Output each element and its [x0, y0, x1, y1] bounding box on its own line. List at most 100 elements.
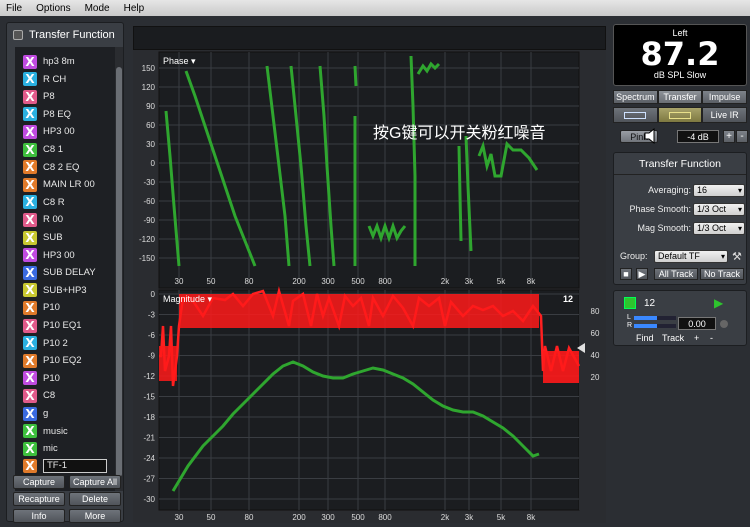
generator-level[interactable]: -4 dB [677, 130, 719, 143]
layout-row: Live IR [613, 107, 748, 123]
trace-list-item[interactable]: X P10 [15, 370, 115, 387]
trace-list-item[interactable]: X P8 [15, 88, 115, 105]
play-button[interactable]: ▶ [636, 268, 648, 280]
trace-list-item[interactable]: Xhp3 8m [15, 53, 115, 70]
group-label: Group: [620, 251, 648, 261]
averaging-select[interactable]: 16 [693, 184, 745, 197]
trace-list-item[interactable]: X R CH [15, 71, 115, 88]
trace-list-item[interactable]: Xmusic [15, 423, 115, 440]
phase-x-tick: 800 [378, 277, 392, 286]
trace-visibility-icon[interactable]: X [23, 230, 37, 245]
trace-visibility-icon[interactable]: X [23, 283, 37, 298]
trace-list-item[interactable]: X P10 EQ1 [15, 317, 115, 334]
tools-icon[interactable]: ⚒ [732, 250, 742, 263]
delay-value-field[interactable]: 0.00 [678, 317, 716, 330]
phase-smooth-select[interactable]: 1/3 Oct [693, 203, 745, 216]
dual-pane-button[interactable] [657, 107, 703, 123]
menu-mode[interactable]: Mode [85, 3, 110, 14]
capture-button[interactable]: Capture [13, 475, 65, 489]
recapture-button[interactable]: Recapture [13, 492, 65, 506]
track-play-icon[interactable]: ▶ [714, 296, 723, 310]
trace-list-item[interactable]: X SUB+HP3 [15, 282, 115, 299]
delete-button[interactable]: Delete [69, 492, 121, 506]
no-track-button[interactable]: No Track [700, 268, 744, 280]
trace-list-item[interactable]: X HP3 00 [15, 247, 115, 264]
all-track-button[interactable]: All Track [654, 268, 698, 280]
trace-visibility-icon[interactable]: X [23, 54, 37, 69]
find-button[interactable]: Find [636, 333, 654, 343]
track-button[interactable]: Track [662, 333, 684, 343]
trace-list-item[interactable]: X C8 R [15, 194, 115, 211]
stop-button[interactable]: ■ [620, 268, 632, 280]
spl-unit: dB SPL Slow [653, 70, 707, 80]
trace-visibility-icon[interactable]: X [23, 336, 37, 351]
info-button[interactable]: Info [13, 509, 65, 523]
trace-list-item[interactable]: X P10 EQ2 [15, 352, 115, 369]
trace-list-item[interactable]: X P10 2 [15, 335, 115, 352]
mag-smooth-select[interactable]: 1/3 Oct [693, 222, 745, 235]
trace-list-item[interactable]: X C8 1 [15, 141, 115, 158]
trace-visibility-icon[interactable]: X [23, 248, 37, 263]
more-button[interactable]: More [69, 509, 121, 523]
trace-visibility-icon[interactable]: X [23, 371, 37, 386]
trace-list-item[interactable]: X SUB [15, 229, 115, 246]
trace-visibility-icon[interactable]: X [23, 212, 37, 227]
trace-visibility-icon[interactable]: X [23, 353, 37, 368]
trace-visibility-icon[interactable]: X [23, 388, 37, 403]
menu-help[interactable]: Help [124, 3, 145, 14]
magnitude-graph-label[interactable]: Magnitude ▾ [163, 294, 213, 304]
trace-list-item[interactable]: X C8 2 EQ [15, 159, 115, 176]
panel-toggle-checkbox[interactable] [13, 30, 23, 40]
trace-list-scrollbar[interactable] [115, 47, 123, 491]
menu-options[interactable]: Options [36, 3, 70, 14]
capture-all-button[interactable]: Capture All [69, 475, 121, 489]
trace-list-item[interactable]: X SUB DELAY [15, 264, 115, 281]
trace-color-swatch[interactable] [624, 297, 636, 309]
track-record-icon[interactable] [720, 320, 728, 328]
trace-visibility-icon[interactable]: X [23, 72, 37, 87]
trace-visibility-icon[interactable]: X [23, 265, 37, 280]
speaker-icon[interactable] [643, 127, 661, 145]
trace-visibility-icon[interactable]: X [23, 424, 37, 439]
scrollbar-thumb[interactable] [116, 67, 122, 477]
tab-transfer[interactable]: Transfer [657, 90, 703, 104]
single-pane-button[interactable] [613, 107, 658, 123]
graphs-svg[interactable]: 1501209060300-30-60-90-120-15030 50 80 200 3… [133, 26, 606, 523]
spl-meter[interactable]: Left 87.2 dB SPL Slow [613, 24, 747, 86]
trace-list-item[interactable]: X C8 [15, 387, 115, 404]
trace-list-item[interactable]: X R 00 [15, 211, 115, 228]
trace-visibility-icon[interactable]: X [23, 89, 37, 104]
phase-smooth-label: Phase Smooth: [629, 204, 691, 214]
trace-visibility-icon[interactable]: X [23, 195, 37, 210]
magnitude-y-tick: -21 [143, 434, 155, 443]
track-minus-button[interactable]: - [710, 333, 713, 343]
tab-spectrum[interactable]: Spectrum [613, 90, 658, 104]
trace-list-item[interactable]: Xmic [15, 440, 115, 457]
trace-visibility-icon[interactable]: X [23, 441, 37, 456]
trace-list-item[interactable]: Xg [15, 405, 115, 422]
group-select[interactable]: Default TF [654, 250, 728, 263]
magnitude-x-tick: 500 [351, 513, 365, 522]
trace-list-item[interactable]: X P10 [15, 299, 115, 316]
trace-list-label: HP3 00 [43, 249, 75, 261]
level-minus-button[interactable]: - [736, 130, 748, 143]
trace-visibility-icon[interactable]: X [23, 406, 37, 421]
trace-visibility-icon[interactable]: X [23, 107, 37, 122]
tab-impulse[interactable]: Impulse [702, 90, 748, 104]
level-plus-button[interactable]: + [723, 130, 735, 143]
trace-visibility-icon[interactable]: X [23, 124, 37, 139]
live-ir-button[interactable]: Live IR [702, 107, 748, 123]
trace-list-item[interactable]: X HP3 00 [15, 123, 115, 140]
trace-visibility-icon[interactable]: X [23, 142, 37, 157]
phase-graph-label[interactable]: Phase ▾ [163, 56, 196, 66]
trace-visibility-icon[interactable]: X [23, 318, 37, 333]
trace-visibility-icon[interactable]: X [23, 177, 37, 192]
trace-visibility-icon[interactable]: X [23, 160, 37, 175]
trace-visibility-icon[interactable]: X [23, 459, 37, 474]
trace-visibility-icon[interactable]: X [23, 300, 37, 315]
trace-list-item[interactable]: X MAIN LR 00 [15, 176, 115, 193]
track-plus-button[interactable]: + [694, 333, 699, 343]
trace-list-item[interactable]: X TF-1 [15, 458, 115, 475]
menu-file[interactable]: File [6, 3, 22, 14]
trace-list-item[interactable]: X P8 EQ [15, 106, 115, 123]
